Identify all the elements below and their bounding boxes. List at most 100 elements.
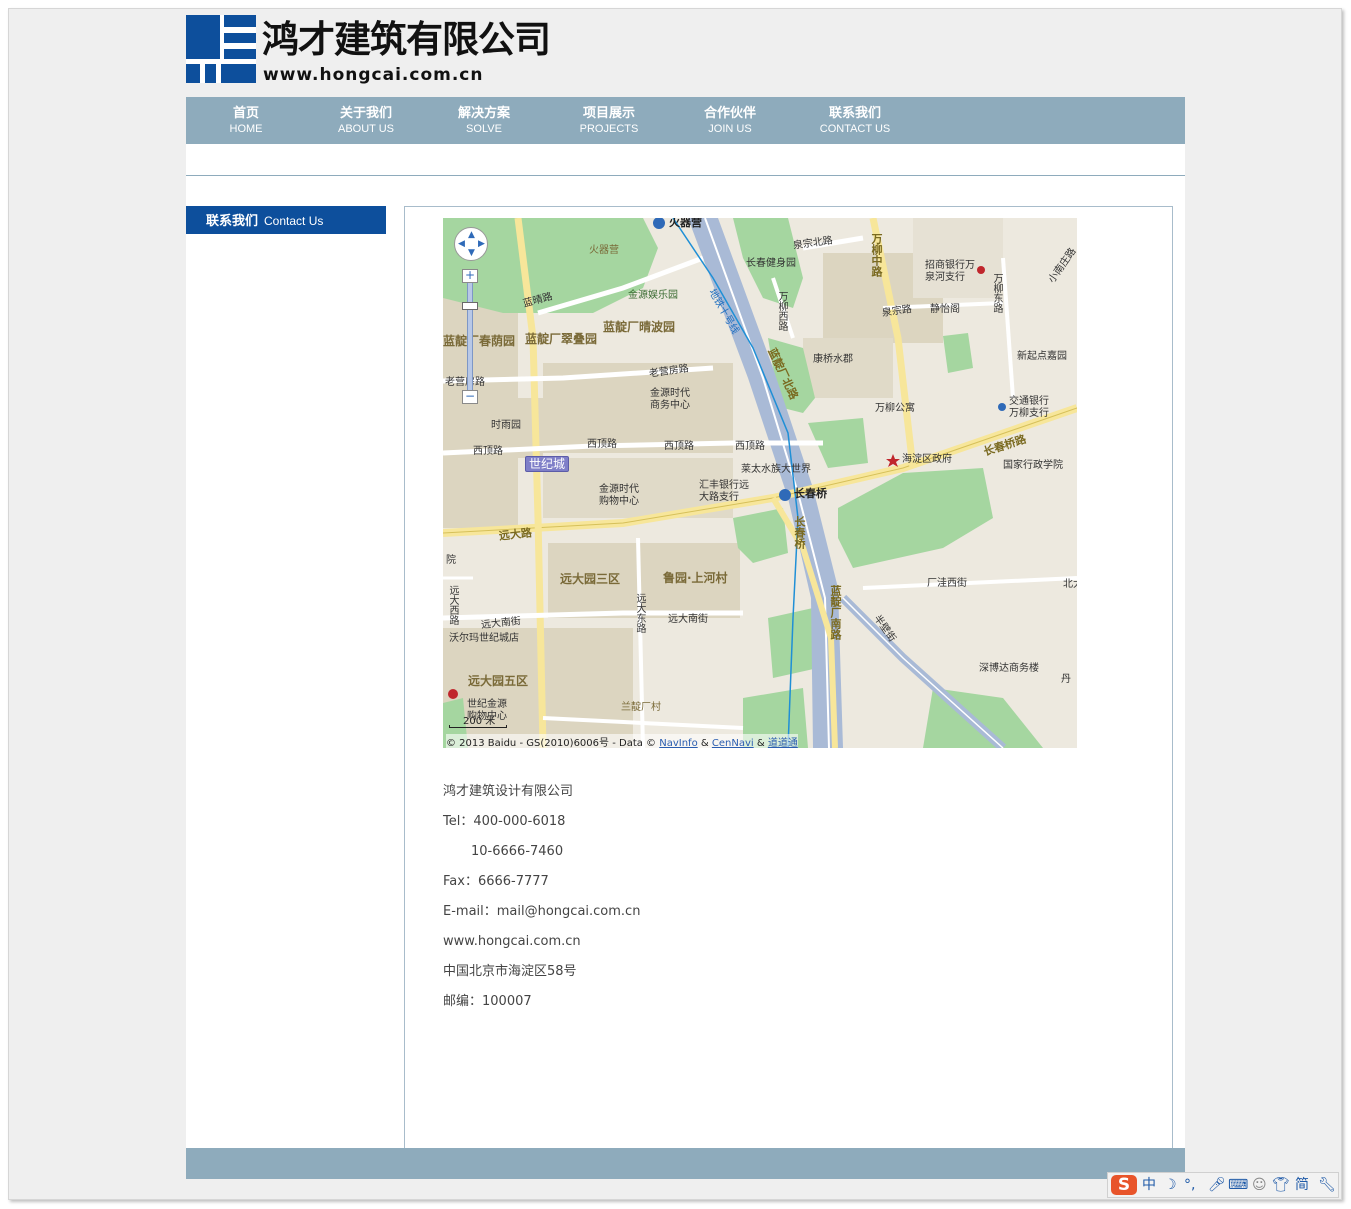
map-copyright-link-cennavi[interactable]: CenNavi — [712, 738, 754, 748]
map-label: 深博达商务楼 — [979, 663, 1039, 674]
nav-label-cn: 合作伙伴 — [703, 106, 757, 121]
contact-email: E-mail：mail@hongcai.com.cn — [443, 904, 641, 919]
map-label: 西顶路 — [735, 441, 765, 452]
nav-item-solve[interactable]: 解决方案 SOLVE — [458, 106, 510, 136]
nav-label-en: CONTACT US — [819, 123, 891, 135]
map-label: 远大南街 — [668, 614, 708, 625]
pan-up-icon[interactable]: ▲ — [468, 231, 475, 240]
map-label: 金源时代购物中心 — [599, 484, 639, 507]
divider-line — [186, 175, 1185, 176]
company-logo[interactable]: 鸿才建筑有限公司 www.hongcai.com.cn — [186, 15, 551, 87]
nav-label-en: SOLVE — [466, 123, 502, 135]
map-label: 远大园五区 — [468, 674, 529, 688]
logo-mark-icon — [186, 15, 256, 83]
map-label: 康桥水郡 — [813, 354, 853, 365]
map-label: 长春健身园 — [746, 258, 796, 269]
map-label: 交通银行万柳支行 — [1009, 396, 1049, 419]
map-label: 鲁园·上河村 — [663, 571, 728, 585]
map-label: 西顶路 — [664, 441, 694, 452]
contact-tel-2: 10-6666-7460 — [471, 844, 564, 859]
contact-address: 中国北京市海淀区58号 — [443, 964, 577, 979]
map-label: 丹 — [1061, 674, 1071, 685]
map-label: 招商银行万泉河支行 — [925, 260, 975, 283]
zoom-out-button[interactable]: − — [462, 390, 478, 404]
map-label: 西顶路 — [473, 446, 503, 457]
nav-item-about[interactable]: 关于我们 ABOUT US — [338, 106, 394, 136]
map-label: 蓝靛厂南路 — [829, 585, 842, 640]
logo-company-name: 鸿才建筑有限公司 — [262, 18, 551, 61]
map-scale-bar — [449, 725, 507, 728]
page-container: 鸿才建筑有限公司 www.hongcai.com.cn 首页 HOME 关于我们… — [186, 9, 1185, 1199]
nav-label-cn: 项目展示 — [582, 106, 635, 121]
map-label-badge: 世纪城 — [525, 456, 570, 472]
ime-lang-toggle[interactable]: 中 — [1142, 1176, 1156, 1194]
map-label: 蓝靛厂晴波园 — [603, 320, 676, 334]
moon-icon[interactable]: ☽ — [1164, 1176, 1177, 1194]
microphone-icon[interactable]: 🎤︎ — [1208, 1176, 1226, 1194]
map-label: 火器营 — [589, 245, 619, 256]
map-label: 西顶路 — [587, 439, 617, 450]
map-label: 万柳东路 — [991, 273, 1002, 313]
map-label: 莱太水族大世界 — [741, 464, 811, 475]
map-label: 万柳公寓 — [875, 403, 915, 414]
map-pan-control[interactable]: ▲ ▼ ◀ ▶ — [454, 227, 488, 261]
map-label: 厂洼西街 — [927, 578, 967, 589]
nav-item-partners[interactable]: 合作伙伴 JOIN US — [704, 106, 756, 136]
pan-down-icon[interactable]: ▼ — [468, 249, 475, 258]
nav-item-home[interactable]: 首页 HOME — [230, 106, 263, 136]
map-label: 金源时代商务中心 — [650, 388, 690, 411]
ime-simplified-toggle[interactable]: 简 — [1295, 1176, 1309, 1194]
map-label: 蓝靛厂翠叠园 — [525, 332, 598, 346]
keyboard-icon[interactable]: ⌨ — [1228, 1176, 1248, 1194]
map-label: 海淀区政府 — [902, 454, 952, 465]
pan-left-icon[interactable]: ◀ — [458, 240, 465, 249]
ime-toolbar: S 中 ☽ °, 🎤︎ ⌨ ☺ 👕︎ 简 🔧︎ — [1107, 1172, 1339, 1198]
contact-postcode: 邮编：100007 — [443, 994, 532, 1009]
nav-label-cn: 首页 — [232, 106, 259, 121]
map-label: 国家行政学院 — [1003, 460, 1063, 471]
nav-item-contact[interactable]: 联系我们 CONTACT US — [820, 106, 891, 136]
map-label: 长春桥 — [794, 487, 827, 500]
zoom-in-button[interactable]: + — [462, 269, 478, 283]
zoom-slider-track[interactable] — [467, 283, 473, 390]
map-label: 万柳中路 — [870, 233, 883, 277]
person-icon[interactable]: ☺ — [1252, 1176, 1267, 1194]
map-label: 时雨园 — [491, 420, 521, 431]
map-label: 远大园三区 — [560, 572, 621, 586]
map-label: 金源娱乐园 — [628, 290, 678, 301]
map-label: 静怡阁 — [930, 304, 960, 315]
map-label: 长春桥 — [793, 516, 806, 549]
wrench-icon[interactable]: 🔧︎ — [1318, 1176, 1336, 1194]
map-copyright-link-daodaotong[interactable]: 道道通 — [768, 738, 798, 748]
nav-label-cn: 联系我们 — [828, 106, 881, 121]
map-copyright-link-navinfo[interactable]: NavInfo — [659, 738, 697, 748]
map-label: 远大东路 — [634, 593, 645, 633]
contact-info: 鸿才建筑设计有限公司 Tel：400-000-6018 10-6666-7460… — [443, 784, 640, 1024]
map-label: 老营房路 — [445, 377, 485, 388]
nav-label-en: HOME — [229, 123, 263, 135]
nav-label-cn: 关于我们 — [339, 106, 392, 121]
nav-item-projects[interactable]: 项目展示 PROJECTS — [580, 106, 639, 136]
sogou-logo-icon[interactable]: S — [1111, 1175, 1137, 1195]
logo-website: www.hongcai.com.cn — [263, 65, 484, 85]
sidebar-title-en: Contact Us — [264, 214, 324, 228]
sidebar-title-cn: 联系我们 — [206, 214, 259, 229]
contact-website: www.hongcai.com.cn — [443, 934, 581, 949]
map-copyright-amp: & — [756, 738, 765, 748]
map-label: 蓝靛厂春荫园 — [443, 334, 516, 348]
shirt-icon[interactable]: 👕︎ — [1272, 1176, 1290, 1194]
map-label: 万柳西路 — [776, 291, 787, 331]
nav-label-cn: 解决方案 — [457, 106, 511, 121]
zoom-slider-thumb[interactable] — [462, 302, 478, 310]
contact-panel: 火器营 火器营 长春健身园 泉宗北路 万柳中路 招商银行万泉河支行 万柳东路 小… — [404, 206, 1173, 1148]
map-label: 院 — [446, 555, 456, 566]
pan-right-icon[interactable]: ▶ — [478, 240, 485, 249]
company-name: 鸿才建筑设计有限公司 — [443, 784, 574, 799]
nav-label-en: JOIN US — [708, 123, 752, 135]
map-label: 兰靛厂村 — [621, 702, 661, 713]
punctuation-icon[interactable]: °, — [1184, 1176, 1195, 1194]
main-nav: 首页 HOME 关于我们 ABOUT US 解决方案 SOLVE 项目展示 PR… — [186, 97, 1185, 144]
browser-viewport: 鸿才建筑有限公司 www.hongcai.com.cn 首页 HOME 关于我们… — [8, 8, 1342, 1200]
location-map[interactable]: 火器营 火器营 长春健身园 泉宗北路 万柳中路 招商银行万泉河支行 万柳东路 小… — [443, 218, 1077, 748]
nav-label-en: PROJECTS — [579, 123, 639, 135]
